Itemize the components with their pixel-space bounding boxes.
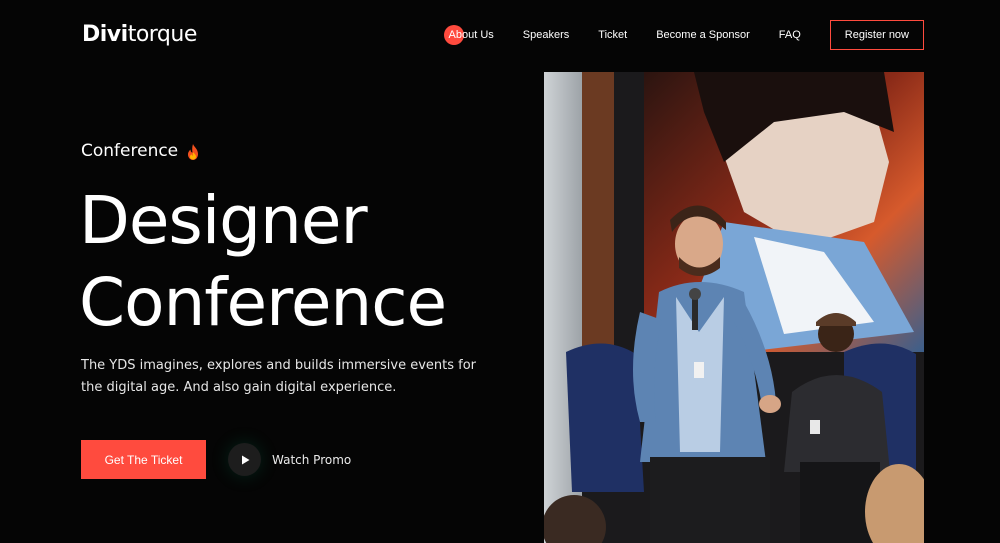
play-button[interactable] [228, 443, 261, 476]
nav-item-label: Ticket [598, 29, 628, 41]
get-ticket-button[interactable]: Get The Ticket [81, 440, 206, 479]
watch-promo-button[interactable]: Watch Promo [228, 443, 351, 476]
hero-title-line-2: Conference [79, 264, 447, 341]
hero-eyebrow: Conference [81, 139, 200, 163]
nav-item-label: FAQ [778, 29, 801, 41]
hero-title: Designer Conference [79, 180, 447, 344]
hero-speaker-photo [544, 72, 924, 543]
nav-item-ticket[interactable]: Ticket [598, 20, 627, 50]
nav-item-label: Speakers [522, 29, 570, 41]
nav-item-label: Become a Sponsor [656, 29, 750, 41]
logo-wordmark-light: torque [127, 22, 198, 47]
watch-promo-label: Watch Promo [272, 452, 352, 467]
eyebrow-label: Conference [81, 141, 179, 161]
nav-item-become-a-sponsor[interactable]: Become a Sponsor [656, 20, 750, 50]
nav-item-faq[interactable]: FAQ [779, 20, 801, 50]
nav-item-label: About Us [448, 29, 494, 41]
brand-logo[interactable]: Divitorque [82, 20, 197, 50]
register-button[interactable]: Register now [829, 20, 924, 50]
fire-icon [186, 143, 200, 160]
logo-wordmark-bold: Divi [82, 22, 128, 47]
nav-item-speakers[interactable]: Speakers [523, 20, 569, 50]
nav-item-about-us[interactable]: About Us [443, 20, 494, 50]
hero-title-line-1: Designer [79, 182, 368, 259]
hero-description: The YDS imagines, explores and builds im… [81, 358, 477, 395]
main-nav: About Us Speakers Ticket Become a Sponso… [443, 20, 924, 50]
play-icon [241, 455, 249, 464]
